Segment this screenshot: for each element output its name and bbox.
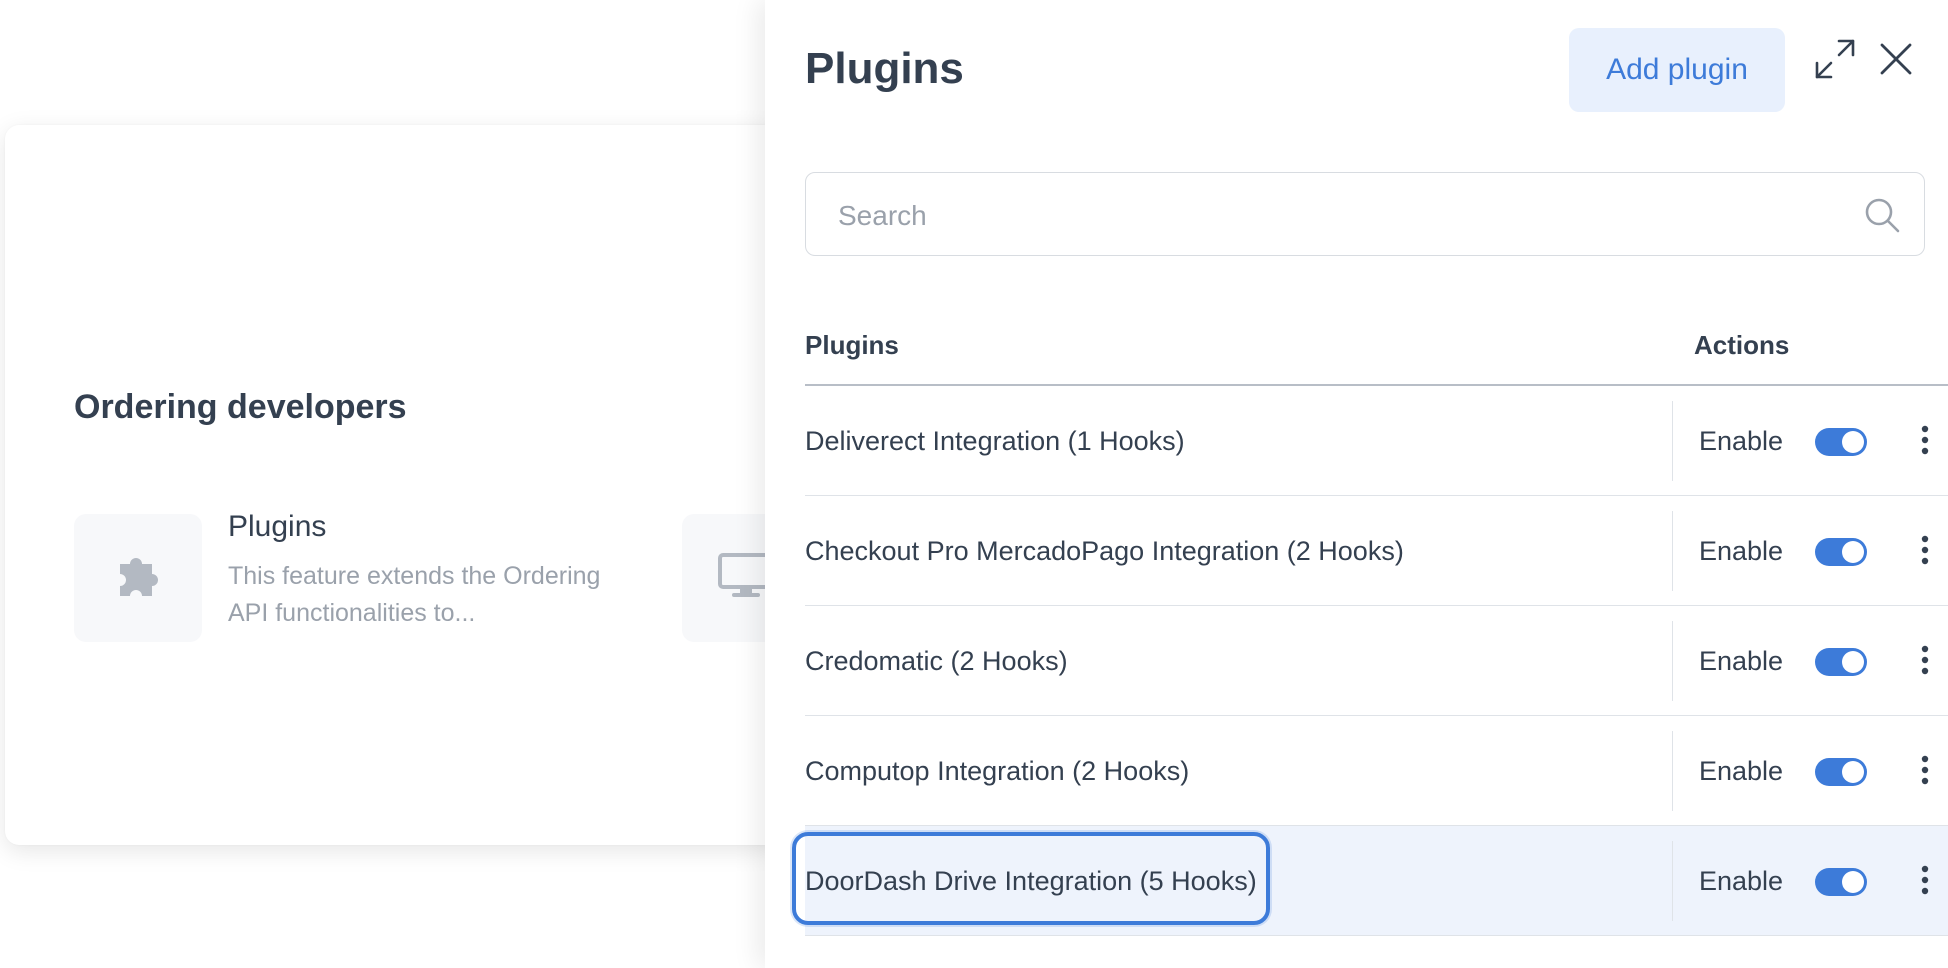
more-vertical-icon (1921, 755, 1929, 790)
more-vertical-icon (1921, 645, 1929, 680)
toggle-knob (1842, 761, 1864, 783)
more-vertical-icon (1921, 535, 1929, 570)
plugin-name[interactable]: Checkout Pro MercadoPago Integration (2 … (805, 496, 1404, 606)
table-row-highlighted[interactable]: DoorDash Drive Integration (5 Hooks) Ena… (805, 826, 1948, 936)
plugin-name[interactable]: Credomatic (2 Hooks) (805, 606, 1068, 716)
feature-plugins-description: This feature extends the Ordering API fu… (228, 562, 601, 627)
expand-icon (1813, 37, 1857, 86)
toggle-knob (1842, 871, 1864, 893)
column-divider (1672, 841, 1673, 921)
search-box[interactable] (805, 172, 1925, 256)
more-options-button[interactable] (1915, 534, 1935, 570)
search-input[interactable] (836, 193, 1820, 239)
puzzle-icon (110, 552, 166, 605)
plugin-name[interactable]: Deliverect Integration (1 Hooks) (805, 386, 1185, 496)
enable-label: Enable (1699, 536, 1784, 566)
more-options-button[interactable] (1915, 864, 1935, 900)
plugin-name[interactable]: Computop Integration (2 Hooks) (805, 716, 1189, 826)
enable-toggle[interactable] (1815, 428, 1867, 456)
feature-plugins-title[interactable]: Plugins (228, 510, 326, 544)
plugins-panel: Plugins Add plugin Plugins Actions Deliv… (765, 0, 1948, 968)
column-divider (1672, 401, 1673, 481)
enable-toggle[interactable] (1815, 758, 1867, 786)
table-row[interactable]: Deliverect Integration (1 Hooks) Enable (805, 386, 1948, 496)
enable-toggle[interactable] (1815, 538, 1867, 566)
more-options-button[interactable] (1915, 644, 1935, 680)
column-divider (1672, 511, 1673, 591)
enable-label: Enable (1699, 866, 1784, 896)
table-row[interactable]: Checkout Pro MercadoPago Integration (2 … (805, 496, 1948, 606)
row-divider (805, 935, 1948, 936)
column-header-actions: Actions (1694, 330, 1790, 360)
enable-label: Enable (1699, 646, 1784, 676)
feature-plugins-icon-box[interactable] (74, 514, 202, 642)
section-title: Ordering developers (74, 388, 407, 426)
panel-title: Plugins (805, 44, 964, 93)
search-icon[interactable] (1862, 195, 1902, 240)
more-vertical-icon (1921, 425, 1929, 460)
enable-label: Enable (1699, 756, 1784, 786)
toggle-knob (1842, 651, 1864, 673)
close-button[interactable] (1871, 36, 1921, 86)
column-divider (1672, 731, 1673, 811)
more-vertical-icon (1921, 865, 1929, 900)
expand-button[interactable] (1810, 36, 1860, 86)
toggle-knob (1842, 431, 1864, 453)
column-divider (1672, 621, 1673, 701)
toggle-knob (1842, 541, 1864, 563)
table-row[interactable]: Computop Integration (2 Hooks) Enable (805, 716, 1948, 826)
add-plugin-button[interactable]: Add plugin (1569, 28, 1785, 112)
more-options-button[interactable] (1915, 424, 1935, 460)
close-icon (1878, 41, 1914, 82)
enable-label: Enable (1699, 426, 1784, 456)
enable-toggle[interactable] (1815, 648, 1867, 676)
column-header-plugins: Plugins (805, 330, 899, 360)
enable-toggle[interactable] (1815, 868, 1867, 896)
more-options-button[interactable] (1915, 754, 1935, 790)
background-card (5, 125, 785, 845)
plugin-name[interactable]: DoorDash Drive Integration (5 Hooks) (805, 826, 1257, 936)
table-row[interactable]: Credomatic (2 Hooks) Enable (805, 606, 1948, 716)
